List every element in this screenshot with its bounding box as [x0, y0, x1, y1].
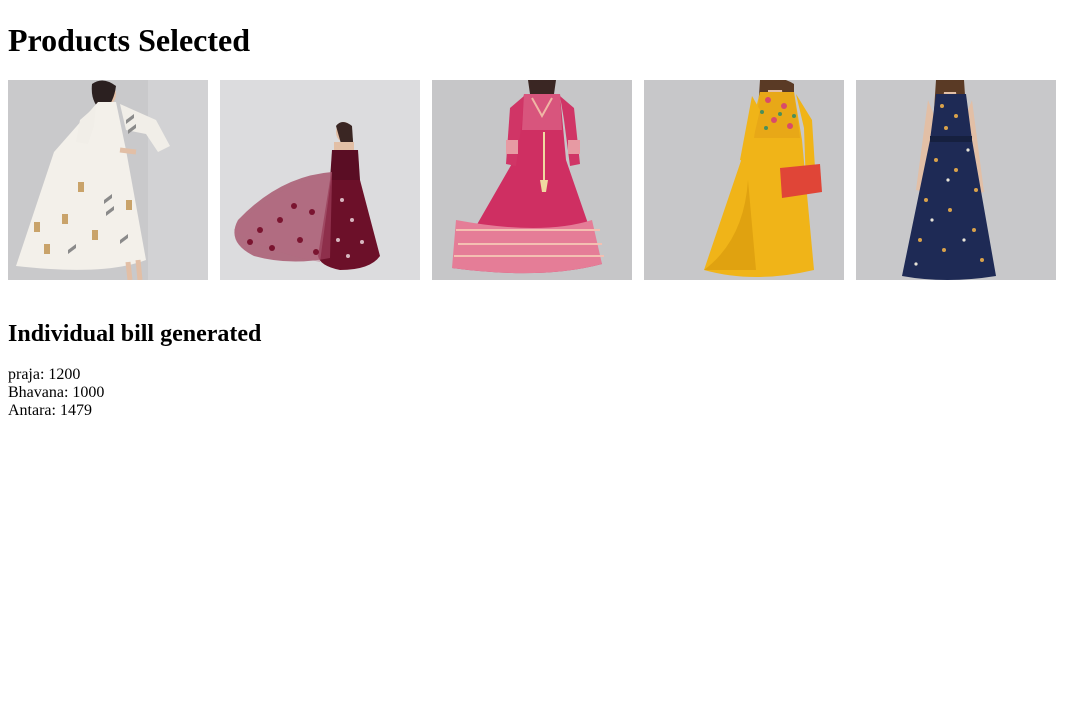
- product-image-3[interactable]: [432, 80, 632, 280]
- product-image-5[interactable]: [856, 80, 1056, 280]
- product-image-2[interactable]: [220, 80, 420, 280]
- bill-row: Antara: 1479: [8, 402, 92, 419]
- product-gallery: [8, 80, 1084, 280]
- bill-heading: Individual bill generated: [8, 321, 262, 347]
- page-title: Products Selected: [8, 22, 251, 58]
- bill-list: praja: 1200 Bhavana: 1000 Antara: 1479: [8, 366, 1084, 420]
- product-image-4[interactable]: [644, 80, 844, 280]
- product-image-1[interactable]: [8, 80, 208, 280]
- bill-row: praja: 1200: [8, 366, 81, 383]
- bill-row: Bhavana: 1000: [8, 384, 105, 401]
